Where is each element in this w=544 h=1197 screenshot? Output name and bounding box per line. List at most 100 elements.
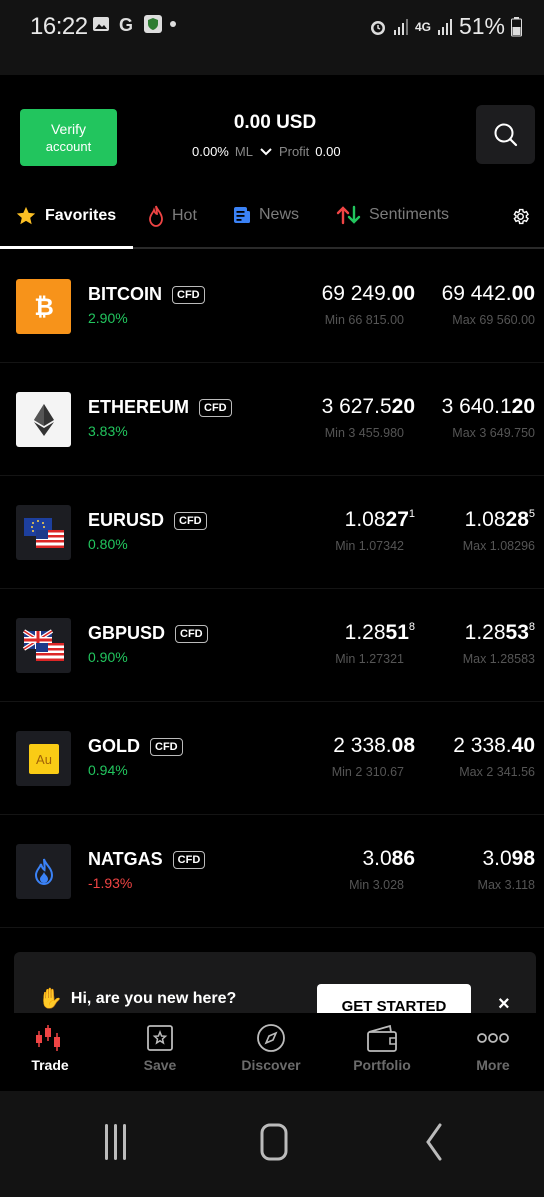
bid-main: 1.08 <box>344 508 386 531</box>
search-icon <box>494 123 517 146</box>
tab-sentiments[interactable]: Sentiments <box>336 205 449 225</box>
back-icon[interactable] <box>422 1122 446 1162</box>
ask-price[interactable]: 1.28538 <box>465 621 535 645</box>
change-percent: 0.90% <box>88 649 128 665</box>
margin-level-toggle[interactable]: 0.00% ML Profit 0.00 <box>192 144 341 159</box>
battery-icon <box>511 16 522 36</box>
min-price: Min 2 310.67 <box>331 765 404 779</box>
portfolio-icon <box>367 1024 397 1052</box>
nav-save[interactable]: Save <box>115 1019 205 1073</box>
tab-label: Sentiments <box>369 206 450 223</box>
min-price: Min 1.07342 <box>335 539 404 553</box>
instrument-row-eurusd[interactable]: EURUSD CFD 0.80% 1.08271 1.08285 Min 1.0… <box>0 476 544 589</box>
max-price: Max 69 560.00 <box>452 313 535 327</box>
bottom-navigation: Trade Save Discover Portfolio More <box>0 1013 544 1091</box>
cfd-badge: CFD <box>172 850 206 869</box>
nav-trade[interactable]: Trade <box>5 1019 95 1073</box>
star-icon <box>16 206 36 225</box>
bid-price[interactable]: 3 627.520 <box>322 395 415 419</box>
nav-more[interactable]: More <box>448 1019 538 1073</box>
cfd-badge: CFD <box>150 737 183 756</box>
bid-price[interactable]: 2 338.08 <box>333 734 415 758</box>
category-tabs: Favorites Hot News Sentiments <box>0 195 544 249</box>
bid-price[interactable]: 3.086 <box>362 847 415 871</box>
bitcoin-icon: ₿ <box>16 279 71 334</box>
tab-favorites[interactable]: Favorites <box>15 205 116 227</box>
ask-bold: 20 <box>511 395 535 418</box>
instrument-name: EURUSD <box>88 510 165 530</box>
gear-icon[interactable] <box>511 207 530 226</box>
ml-label: ML <box>234 144 253 159</box>
signal-icon <box>393 18 408 35</box>
news-icon <box>234 207 250 223</box>
system-navigation-bar <box>0 1091 544 1197</box>
bid-price[interactable]: 1.08271 <box>345 508 415 532</box>
bid-bold: 20 <box>391 395 415 418</box>
tab-news[interactable]: News <box>233 205 299 225</box>
ask-price[interactable]: 1.08285 <box>465 508 535 532</box>
bid-bold: 51 <box>385 621 409 644</box>
eurusd-flags-icon <box>16 505 71 560</box>
verify-account-button[interactable]: Verify account <box>20 109 117 166</box>
ask-main: 1.28 <box>464 621 506 644</box>
banner-message: ✋ Hi, are you new here? <box>38 986 236 1011</box>
gas-flame-icon <box>16 844 71 899</box>
change-percent: 2.90% <box>88 310 128 326</box>
ask-price[interactable]: 3 640.120 <box>442 395 535 419</box>
bid-price[interactable]: 1.28518 <box>345 621 415 645</box>
trade-icon <box>36 1025 60 1051</box>
bid-price[interactable]: 69 249.00 <box>322 282 415 306</box>
flame-icon <box>149 205 163 227</box>
ask-price[interactable]: 69 442.00 <box>442 282 535 306</box>
instrument-row-ethereum[interactable]: ETHEREUM CFD 3.83% 3 627.520 3 640.120 M… <box>0 363 544 476</box>
instrument-list: ₿ BITCOIN CFD 2.90% 69 249.00 69 442.00 … <box>0 250 544 928</box>
more-icon <box>477 1033 509 1043</box>
svg-text:G: G <box>119 15 133 33</box>
svg-text:₿: ₿ <box>34 294 54 321</box>
banner-text: Hi, are you new here? <box>70 989 237 1007</box>
instrument-row-natgas[interactable]: NATGAS CFD -1.93% 3.086 3.098 Min 3.028 … <box>0 815 544 928</box>
ask-bold: 00 <box>511 282 535 305</box>
bid-sup: 1 <box>408 508 415 520</box>
tab-label: Favorites <box>45 207 117 224</box>
verify-line1: Verify <box>50 120 86 137</box>
instrument-row-gbpusd[interactable]: GBPUSD CFD 0.90% 1.28518 1.28538 Min 1.2… <box>0 589 544 702</box>
ask-main: 3.0 <box>482 847 512 870</box>
nav-label: Save <box>143 1057 177 1073</box>
ask-bold: 28 <box>505 508 529 531</box>
network-type: 4G <box>414 19 431 34</box>
cfd-badge: CFD <box>172 285 205 304</box>
instrument-name-row: GBPUSD CFD <box>88 623 208 644</box>
active-tab-indicator <box>0 246 133 249</box>
cfd-badge: CFD <box>175 624 208 643</box>
nav-portfolio[interactable]: Portfolio <box>337 1019 427 1073</box>
nav-label: Trade <box>31 1057 69 1073</box>
svg-text:Au: Au <box>36 752 52 767</box>
instrument-name-row: NATGAS CFD <box>88 849 206 870</box>
ask-price[interactable]: 3.098 <box>482 847 535 871</box>
recent-apps-icon[interactable] <box>102 1122 130 1162</box>
change-percent: 3.83% <box>88 423 128 439</box>
max-price: Max 3.118 <box>477 878 535 892</box>
gallery-icon <box>93 17 109 31</box>
tab-label: Hot <box>172 207 197 224</box>
search-button[interactable] <box>476 105 535 164</box>
waving-hand-icon: ✋ <box>38 988 63 1010</box>
nav-label: More <box>476 1057 510 1073</box>
bid-main: 2 338. <box>333 734 392 757</box>
ask-bold: 53 <box>505 621 529 644</box>
instrument-row-gold[interactable]: Au GOLD CFD 0.94% 2 338.08 2 338.40 Min … <box>0 702 544 815</box>
instrument-name: NATGAS <box>88 849 163 869</box>
home-icon[interactable] <box>258 1122 290 1162</box>
ask-price[interactable]: 2 338.40 <box>453 734 535 758</box>
alarm-icon <box>370 20 385 35</box>
account-header: Verify account 0.00 USD 0.00% ML Profit … <box>0 75 544 195</box>
bid-bold: 86 <box>391 847 415 870</box>
tab-hot[interactable]: Hot <box>148 205 197 227</box>
cfd-badge: CFD <box>199 398 232 417</box>
bid-main: 3.0 <box>362 847 392 870</box>
ask-bold: 98 <box>511 847 535 870</box>
max-price: Max 1.28583 <box>462 652 535 666</box>
instrument-row-bitcoin[interactable]: ₿ BITCOIN CFD 2.90% 69 249.00 69 442.00 … <box>0 250 544 363</box>
nav-discover[interactable]: Discover <box>226 1019 316 1073</box>
